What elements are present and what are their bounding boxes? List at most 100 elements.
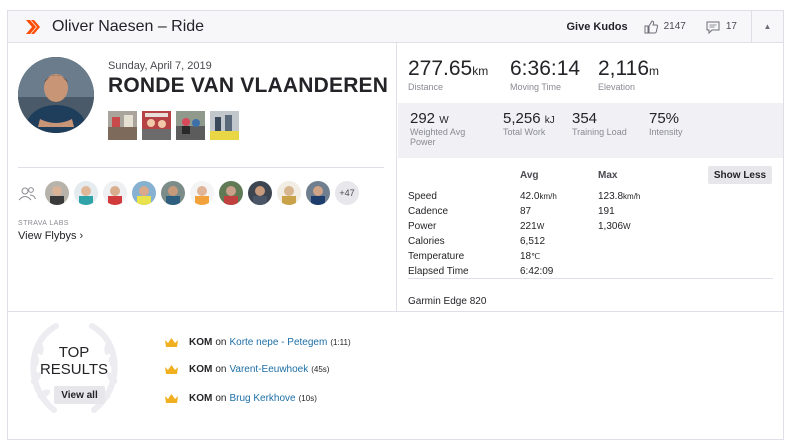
stat-row-label: Temperature [408, 251, 465, 262]
primary-stats: 277.65km Distance 6:36:14 Moving Time 2,… [398, 43, 783, 103]
show-less-button[interactable]: Show Less [708, 166, 772, 184]
stat-label: Weighted Avg Power [410, 127, 466, 147]
athlete-avatar-small[interactable] [277, 181, 301, 205]
more-athletes-badge[interactable]: +47 [335, 181, 359, 205]
top-results-line2: RESULTS [39, 361, 109, 378]
activity-photo[interactable] [176, 111, 205, 140]
avg-column-header: Avg [520, 170, 539, 181]
stat-value: 2,116 [598, 57, 649, 80]
kom-result: KOM on Korte nepe - Petegem (1:11) [164, 334, 351, 350]
view-all-button[interactable]: View all [54, 386, 105, 404]
stat-intensity: 75% Intensity [649, 110, 683, 137]
stat-value: 75% [649, 110, 680, 127]
segment-link[interactable]: Varent-Eeuwhoek [229, 364, 308, 375]
stat-max-value: 123.8 [598, 191, 624, 202]
top-results-line1: TOP [58, 344, 90, 361]
kom-on-text: on [215, 336, 227, 348]
top-results-section: TOP RESULTS View all KOM on Korte nepe -… [8, 311, 783, 439]
stat-row-avg: 87 [520, 206, 531, 217]
stat-row-avg: 42.0km/h [520, 191, 557, 202]
stat-avg-value: 221 [520, 221, 537, 232]
stat-total-work: 5,256 kJ Total Work [503, 110, 555, 137]
stat-value: 354 [572, 110, 598, 127]
stat-row-max: 123.8km/h [598, 191, 640, 202]
comment-count[interactable]: 17 [726, 21, 737, 32]
stat-unit: kJ [544, 115, 555, 126]
thumbs-up-icon[interactable] [644, 19, 658, 34]
stat-label: Training Load [572, 127, 627, 137]
activity-photo[interactable] [210, 111, 239, 140]
photo-strip [108, 111, 239, 140]
athlete-avatar-small[interactable] [103, 181, 127, 205]
activity-photo[interactable] [108, 111, 137, 140]
stat-avg-unit: W [536, 222, 545, 231]
stat-unit: m [649, 64, 659, 78]
stat-avg-value: 6,512 [520, 236, 546, 247]
athlete-avatar[interactable] [18, 57, 94, 133]
stat-row-label: Cadence [408, 206, 449, 217]
activity-card: Oliver Naesen – Ride Give Kudos 2147 17 … [7, 10, 784, 440]
stat-avg-value: 6:42:09 [520, 266, 554, 277]
kom-on-text: on [215, 363, 227, 375]
give-kudos-button[interactable]: Give Kudos [567, 21, 628, 33]
stat-row-avg: 221W [520, 221, 544, 232]
athlete-avatar-small[interactable] [74, 181, 98, 205]
stat-avg-value: 18 [520, 251, 532, 262]
crown-icon [165, 364, 178, 374]
stat-unit: km [472, 64, 489, 78]
athlete-avatar-small[interactable] [45, 181, 69, 205]
stat-label: Total Work [503, 127, 546, 137]
stat-elevation: 2,116m Elevation [598, 57, 659, 92]
stat-avg-value: 42.0 [520, 191, 540, 202]
athlete-avatar-small[interactable] [132, 181, 156, 205]
stat-row-avg: 6:42:09 [520, 266, 553, 277]
kom-result: KOM on Varent-Eeuwhoek (45s) [164, 361, 329, 377]
stat-unit: W [439, 115, 449, 126]
kom-label: KOM [189, 336, 213, 348]
collapse-button[interactable]: ▲ [751, 11, 783, 42]
activity-name: RONDE VAN VLAANDEREN [108, 74, 389, 97]
divider [408, 278, 773, 279]
segment-link[interactable]: Korte nepe - Petegem [229, 337, 327, 348]
athlete-avatar-small[interactable] [248, 181, 272, 205]
summary-panel: Sunday, April 7, 2019 RONDE VAN VLAANDER… [8, 43, 397, 311]
stat-label: Elevation [598, 82, 636, 92]
athlete-avatar-small[interactable] [161, 181, 185, 205]
stat-max-value: 1,306 [598, 221, 624, 232]
stat-row-label: Calories [408, 236, 445, 247]
segment-link[interactable]: Brug Kerkhove [229, 393, 295, 404]
device-name: Garmin Edge 820 [408, 296, 487, 307]
chevron-up-icon: ▲ [763, 22, 772, 31]
segment-time: (1:11) [330, 337, 351, 347]
kom-result: KOM on Brug Kerkhove (10s) [164, 390, 317, 406]
athlete-avatar-small[interactable] [306, 181, 330, 205]
stat-weighted-power: 292 W Weighted Avg Power [410, 110, 485, 147]
strava-chevron-icon [26, 19, 40, 34]
athlete-avatar-small[interactable] [190, 181, 214, 205]
stat-row-label: Elapsed Time [408, 266, 469, 277]
crown-icon [165, 337, 178, 347]
athlete-avatar-small[interactable] [219, 181, 243, 205]
more-stats-table: Avg Max Show Less Speed 42.0km/h 123.8km/h… [398, 158, 783, 311]
top-results-title: TOP RESULTS [28, 344, 120, 378]
stat-avg-unit: ℃ [531, 252, 541, 261]
stat-row-max: 1,306W [598, 221, 631, 232]
comment-icon[interactable] [706, 20, 720, 34]
max-column-header: Max [598, 170, 618, 181]
activity-date: Sunday, April 7, 2019 [108, 60, 212, 72]
stat-row-label: Power [408, 221, 437, 232]
stats-panel: 277.65km Distance 6:36:14 Moving Time 2,… [398, 43, 783, 311]
kudos-count[interactable]: 2147 [664, 21, 686, 32]
stat-avg-unit: km/h [539, 192, 557, 201]
kom-label: KOM [189, 392, 213, 404]
stat-row-avg: 18℃ [520, 251, 540, 262]
stat-row-label: Speed [408, 191, 437, 202]
stat-training-load: 354 Training Load [572, 110, 627, 137]
crown-icon [165, 393, 178, 403]
stat-distance: 277.65km Distance [408, 57, 488, 92]
activity-photo[interactable] [142, 111, 171, 140]
strava-labs-label: STRAVA LABS [18, 220, 69, 227]
segment-time: (10s) [298, 393, 317, 403]
view-flybys-link[interactable]: View Flybys › [18, 230, 83, 242]
stat-label: Distance [408, 82, 444, 92]
